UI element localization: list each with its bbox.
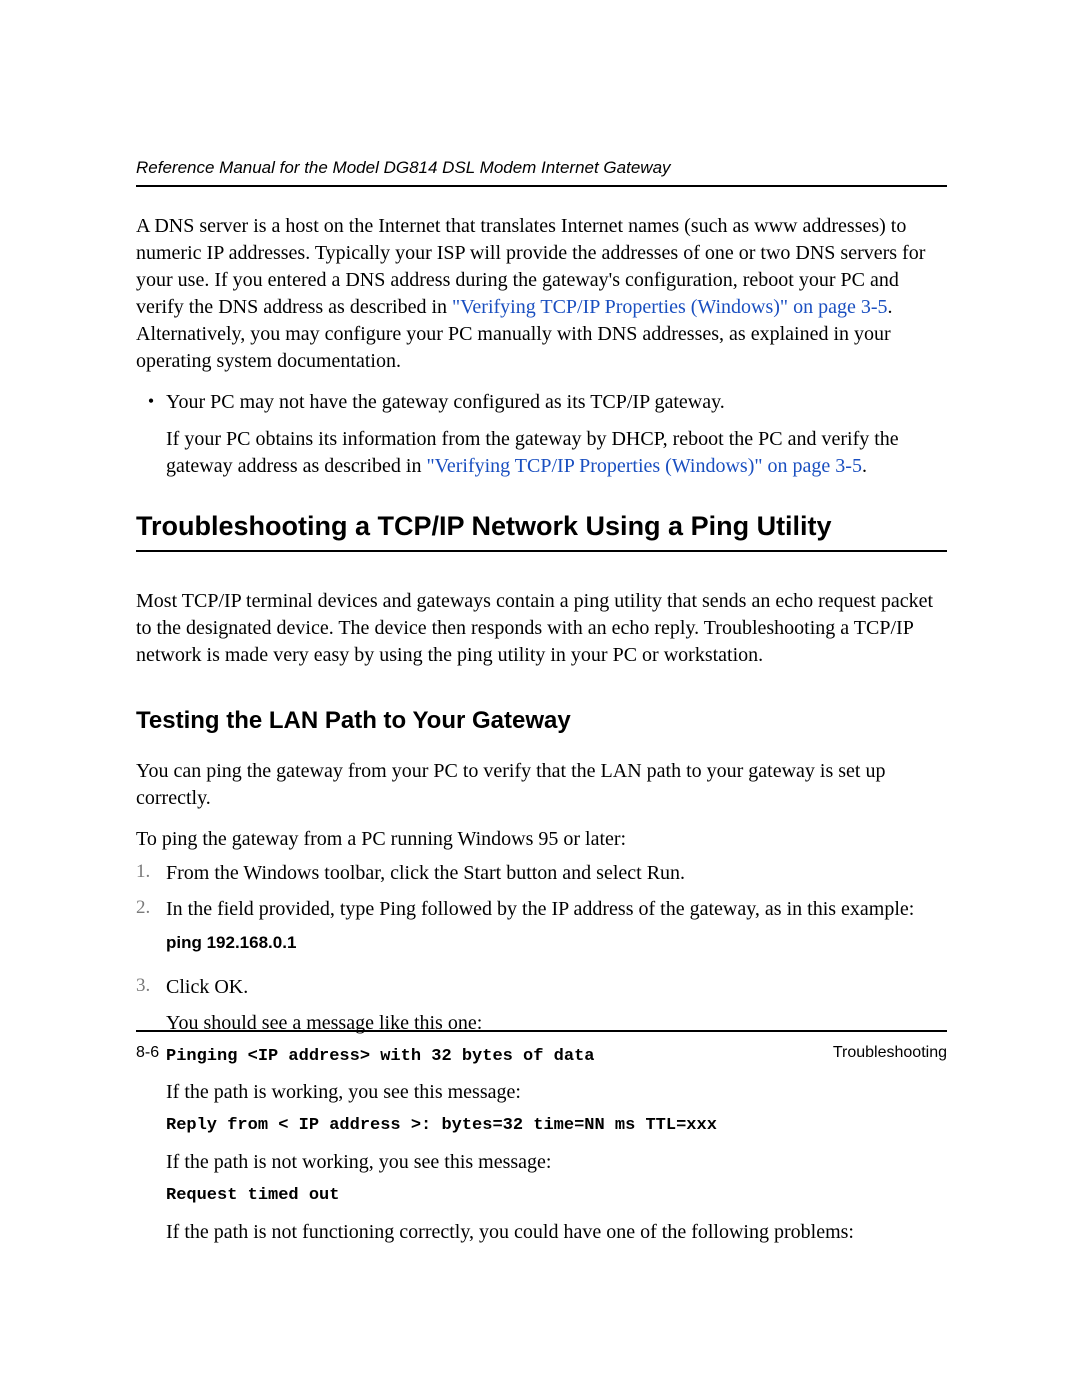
subsection-heading: Testing the LAN Path to Your Gateway [136,705,947,737]
bullet-text: Your PC may not have the gateway configu… [166,389,947,416]
dhcp-text-b: . [862,455,867,477]
body-content: A DNS server is a host on the Internet t… [136,213,947,1246]
reply-output: Reply from < IP address >: bytes=32 time… [166,1114,947,1138]
subsection-lead: You can ping the gateway from your PC to… [136,758,947,812]
dhcp-paragraph: If your PC obtains its information from … [166,426,947,480]
document-page: Reference Manual for the Model DG814 DSL… [0,0,1080,1397]
ping-command: ping 192.168.0.1 [166,931,947,955]
step-2-text: In the field provided, type Ping followe… [166,895,947,923]
running-header: Reference Manual for the Model DG814 DSL… [136,158,947,187]
timeout-output: Request timed out [166,1184,947,1208]
step-3-working: If the path is working, you see this mes… [166,1078,947,1106]
step-1-text: From the Windows toolbar, click the Star… [166,859,947,887]
dns-paragraph: A DNS server is a host on the Internet t… [136,213,947,375]
page-footer: 8-6 Troubleshooting [136,1030,947,1062]
section-heading: Troubleshooting a TCP/IP Network Using a… [136,508,947,552]
page-number: 8-6 [136,1044,159,1062]
bullet-icon: • [136,389,166,480]
verify-tcpip-link-2[interactable]: "Verifying TCP/IP Properties (Windows)" … [426,455,861,477]
step-3: Click OK. You should see a message like … [136,973,947,1246]
step-1: From the Windows toolbar, click the Star… [136,859,947,887]
step-3-notworking: If the path is not working, you see this… [166,1148,947,1176]
step-3-problems: If the path is not functioning correctly… [166,1218,947,1246]
step-2: In the field provided, type Ping followe… [136,895,947,965]
footer-rule [136,1030,947,1032]
subsection-instruction: To ping the gateway from a PC running Wi… [136,826,947,853]
chapter-name: Troubleshooting [833,1044,947,1062]
section-intro: Most TCP/IP terminal devices and gateway… [136,588,947,669]
verify-tcpip-link-1[interactable]: "Verifying TCP/IP Properties (Windows)" … [452,296,887,318]
bullet-item: • Your PC may not have the gateway confi… [136,389,947,480]
step-3-text: Click OK. [166,973,947,1001]
